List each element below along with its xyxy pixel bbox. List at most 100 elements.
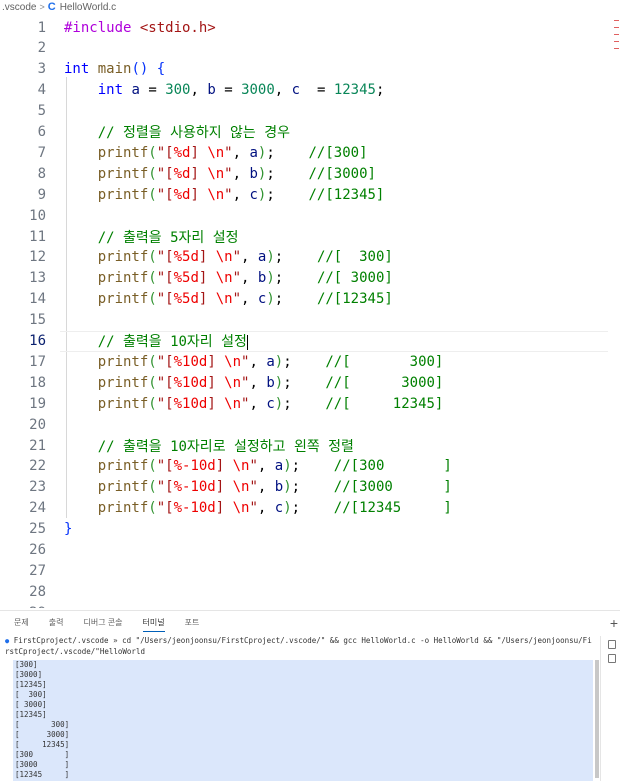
panel-tab[interactable]: 출력 <box>49 611 64 635</box>
code-line[interactable]: 24 printf("[%-10d] \n", c); //[12345 ] <box>0 498 620 519</box>
code-text[interactable]: printf("[%5d] \n", c); //[12345] <box>64 291 393 307</box>
code-text[interactable]: printf("[%-10d] \n", c); //[12345 ] <box>64 500 452 516</box>
line-number: 1 <box>37 19 46 36</box>
panel-tab[interactable]: 문제 <box>14 611 29 635</box>
panel-tab[interactable]: 터미널 <box>142 611 165 635</box>
code-line[interactable]: 18 printf("[%10d] \n", b); //[ 3000] <box>0 372 620 393</box>
code-text[interactable]: // 출력을 10자리로 설정하고 왼쪽 정렬 <box>64 436 354 456</box>
terminal-output-line: [ 3000] <box>15 730 70 739</box>
code-text[interactable]: printf("[%d] \n", a); //[300] <box>64 145 368 161</box>
code-text[interactable]: } <box>64 521 72 537</box>
code-line[interactable]: 13 printf("[%5d] \n", b); //[ 3000] <box>0 268 620 289</box>
code-text[interactable]: printf("[%d] \n", c); //[12345] <box>64 187 385 203</box>
code-line[interactable]: 29 <box>0 602 620 608</box>
code-line[interactable]: 1 #include <stdio.h> <box>0 17 620 38</box>
panel-tab[interactable]: 디버그 콘솔 <box>83 611 122 635</box>
terminal-command-line: ● FirstCproject/.vscode » cd "/Users/jeo… <box>0 636 595 656</box>
line-number: 27 <box>29 562 46 579</box>
code-line[interactable]: 23 printf("[%-10d] \n", b); //[3000 ] <box>0 477 620 498</box>
add-terminal-button[interactable]: + <box>610 615 618 631</box>
terminal-split-icon[interactable] <box>608 654 616 663</box>
minimap-marker <box>614 48 619 49</box>
line-number: 24 <box>29 500 46 517</box>
terminal-output-line: [ 300] <box>15 720 70 729</box>
line-number: 12 <box>29 249 46 266</box>
line-number: 9 <box>37 186 46 203</box>
code-text[interactable]: // 출력을 5자리 설정 <box>64 227 239 247</box>
code-line[interactable]: 4 int a = 300, b = 3000, c = 12345; <box>0 80 620 101</box>
code-text[interactable]: int a = 300, b = 3000, c = 12345; <box>64 82 385 98</box>
code-line[interactable]: 26 <box>0 540 620 561</box>
code-line[interactable]: 2 <box>0 38 620 59</box>
code-line[interactable]: 7 printf("[%d] \n", a); //[300] <box>0 142 620 163</box>
code-text[interactable]: printf("[%10d] \n", c); //[ 12345] <box>64 396 444 412</box>
code-text[interactable]: printf("[%-10d] \n", a); //[300 ] <box>64 458 452 474</box>
line-number: 14 <box>29 291 46 308</box>
line-number: 29 <box>0 605 46 608</box>
code-text[interactable]: printf("[%10d] \n", b); //[ 3000] <box>64 375 444 391</box>
terminal-scrollbar[interactable] <box>595 660 599 778</box>
minimap-marker <box>614 34 619 35</box>
line-number: 20 <box>29 416 46 433</box>
code-line[interactable]: 9 printf("[%d] \n", c); //[12345] <box>0 184 620 205</box>
minimap[interactable] <box>614 14 620 74</box>
code-text[interactable]: printf("[%d] \n", b); //[3000] <box>64 166 376 182</box>
code-line[interactable]: 10 <box>0 205 620 226</box>
code-line[interactable]: 8 printf("[%d] \n", b); //[3000] <box>0 163 620 184</box>
code-text[interactable]: printf("[%10d] \n", a); //[ 300] <box>64 354 444 370</box>
terminal-output-line: [300 ] <box>15 750 70 759</box>
code-line[interactable]: 20 <box>0 414 620 435</box>
code-line[interactable]: 12 printf("[%5d] \n", a); //[ 300] <box>0 247 620 268</box>
code-text[interactable]: #include <stdio.h> <box>64 20 216 36</box>
code-text[interactable]: int main() { <box>64 61 165 77</box>
line-number: 2 <box>37 40 46 57</box>
line-number: 25 <box>29 521 46 538</box>
code-line[interactable]: 16 // 출력을 10자리 설정 <box>0 330 620 352</box>
code-line[interactable]: 22 printf("[%-10d] \n", a); //[300 ] <box>0 456 620 477</box>
terminal-output-line: [12345 ] <box>15 770 70 779</box>
code-line[interactable]: 15 <box>0 310 620 331</box>
terminal-output-line: [ 3000] <box>15 700 47 709</box>
code-editor[interactable]: 1 #include <stdio.h> 2 3 int main() {4 int a… <box>0 14 620 608</box>
panel-tab-bar: 문제 출력 디버그 콘솔 터미널 포트 + <box>0 610 620 634</box>
minimap-marker <box>614 27 619 28</box>
terminal-output-line: [12345] <box>15 710 47 719</box>
code-line[interactable]: 17 printf("[%10d] \n", a); //[ 300] <box>0 351 620 372</box>
line-number: 26 <box>29 542 46 558</box>
terminal-output-line: [300] <box>15 660 38 669</box>
code-line[interactable]: 28 <box>0 581 620 602</box>
code-line[interactable]: 5 <box>0 101 620 122</box>
terminal-output-line: [12345] <box>15 680 47 689</box>
line-number: 16 <box>29 333 46 349</box>
prompt-dot-icon: ● <box>5 637 10 645</box>
line-number: 22 <box>29 458 46 475</box>
line-number: 10 <box>29 207 46 224</box>
line-number: 4 <box>37 82 46 99</box>
line-number: 19 <box>29 395 46 412</box>
code-line[interactable]: 6 // 정렬을 사용하지 않는 경우 <box>0 122 620 143</box>
breadcrumb-file[interactable]: HelloWorld.c <box>60 2 117 13</box>
code-line[interactable]: 11 // 출력을 5자리 설정 <box>0 226 620 247</box>
code-line[interactable]: 3 int main() { <box>0 59 620 80</box>
code-line[interactable]: 27 <box>0 560 620 581</box>
terminal-instance-icon[interactable] <box>608 640 616 649</box>
line-number: 21 <box>29 437 46 454</box>
terminal-output-line: [3000 ] <box>15 760 70 769</box>
code-line[interactable]: 25} <box>0 519 620 540</box>
code-text[interactable]: printf("[%-10d] \n", b); //[3000 ] <box>64 479 452 495</box>
code-text[interactable]: printf("[%5d] \n", a); //[ 300] <box>64 249 393 265</box>
panel-tab[interactable]: 포트 <box>185 611 200 635</box>
minimap-marker <box>614 41 619 42</box>
breadcrumb-folder[interactable]: .vscode <box>2 2 36 13</box>
code-line[interactable]: 21 // 출력을 10자리로 설정하고 왼쪽 정렬 <box>0 435 620 456</box>
code-text[interactable]: // 정렬을 사용하지 않는 경우 <box>64 122 290 142</box>
code-text[interactable]: printf("[%5d] \n", b); //[ 3000] <box>64 270 393 286</box>
code-line[interactable]: 14 printf("[%5d] \n", c); //[12345] <box>0 289 620 310</box>
line-number: 28 <box>29 583 46 600</box>
line-number: 17 <box>29 353 46 370</box>
line-number: 18 <box>29 374 46 391</box>
code-text[interactable]: // 출력을 10자리 설정 <box>64 331 248 351</box>
code-line[interactable]: 19 printf("[%10d] \n", c); //[ 12345] <box>0 393 620 414</box>
line-number: 5 <box>37 103 46 120</box>
terminal[interactable]: ● FirstCproject/.vscode » cd "/Users/jeo… <box>0 636 600 781</box>
